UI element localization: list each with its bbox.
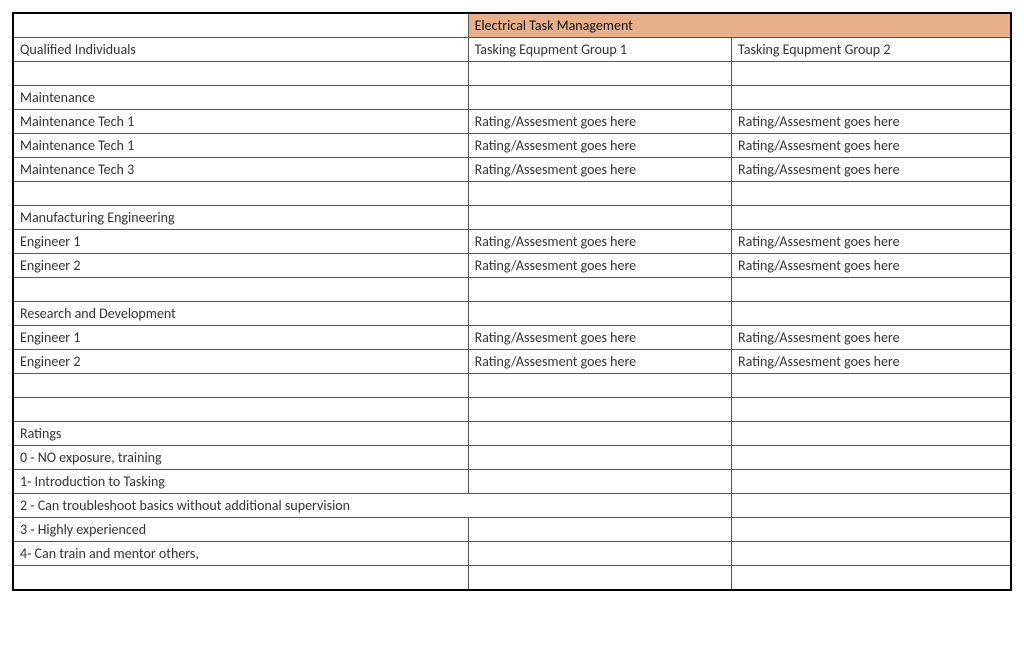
section-title-maintenance: Maintenance: [13, 86, 468, 110]
rating-cell: Rating/Assesment goes here: [732, 350, 1011, 374]
rating-cell: Rating/Assesment goes here: [468, 326, 731, 350]
header-empty-cell: [13, 13, 468, 38]
person-name: Engineer 2: [13, 350, 468, 374]
blank-row: [13, 374, 1011, 398]
blank-row: [13, 566, 1011, 590]
rating-cell: Rating/Assesment goes here: [468, 254, 731, 278]
blank-row: [13, 278, 1011, 302]
person-name: Maintenance Tech 1: [13, 134, 468, 158]
table-row: Engineer 1 Rating/Assesment goes here Ra…: [13, 326, 1011, 350]
blank-row: [13, 62, 1011, 86]
skills-matrix-table: Electrical Task Management Qualified Ind…: [12, 12, 1012, 591]
person-name: Engineer 2: [13, 254, 468, 278]
person-name: Engineer 1: [13, 326, 468, 350]
person-name: Maintenance Tech 1: [13, 110, 468, 134]
person-name: Engineer 1: [13, 230, 468, 254]
table-row: Engineer 2 Rating/Assesment goes here Ra…: [13, 350, 1011, 374]
rating-cell: Rating/Assesment goes here: [468, 110, 731, 134]
blank-row: [13, 182, 1011, 206]
table-row: Engineer 1 Rating/Assesment goes here Ra…: [13, 230, 1011, 254]
main-title: Electrical Task Management: [468, 13, 1011, 38]
rating-3: 3 - Highly experienced: [13, 518, 468, 542]
table-row: Maintenance Tech 3 Rating/Assesment goes…: [13, 158, 1011, 182]
rating-cell: Rating/Assesment goes here: [732, 158, 1011, 182]
rating-cell: Rating/Assesment goes here: [468, 134, 731, 158]
table-row: Maintenance Tech 1 Rating/Assesment goes…: [13, 110, 1011, 134]
rating-cell: Rating/Assesment goes here: [732, 326, 1011, 350]
rating-cell: Rating/Assesment goes here: [732, 134, 1011, 158]
blank-row: [13, 398, 1011, 422]
rating-0: 0 - NO exposure, training: [13, 446, 468, 470]
section-title-rnd: Research and Development: [13, 302, 468, 326]
table-row: Engineer 2 Rating/Assesment goes here Ra…: [13, 254, 1011, 278]
group1-header: Tasking Equpment Group 1: [468, 38, 731, 62]
rating-4: 4- Can train and mentor others,: [13, 542, 468, 566]
left-header: Qualified Individuals: [13, 38, 468, 62]
rating-cell: Rating/Assesment goes here: [468, 158, 731, 182]
rating-1: 1- Introduction to Tasking: [13, 470, 468, 494]
table-row: Maintenance Tech 1 Rating/Assesment goes…: [13, 134, 1011, 158]
rating-cell: Rating/Assesment goes here: [468, 350, 731, 374]
rating-cell: Rating/Assesment goes here: [732, 230, 1011, 254]
rating-2: 2 - Can troubleshoot basics without addi…: [13, 494, 732, 518]
rating-cell: Rating/Assesment goes here: [468, 230, 731, 254]
rating-cell: Rating/Assesment goes here: [732, 254, 1011, 278]
ratings-title: Ratings: [13, 422, 468, 446]
group2-header: Tasking Equpment Group 2: [732, 38, 1011, 62]
person-name: Maintenance Tech 3: [13, 158, 468, 182]
section-title-mfg-eng: Manufacturing Engineering: [13, 206, 468, 230]
rating-cell: Rating/Assesment goes here: [732, 110, 1011, 134]
